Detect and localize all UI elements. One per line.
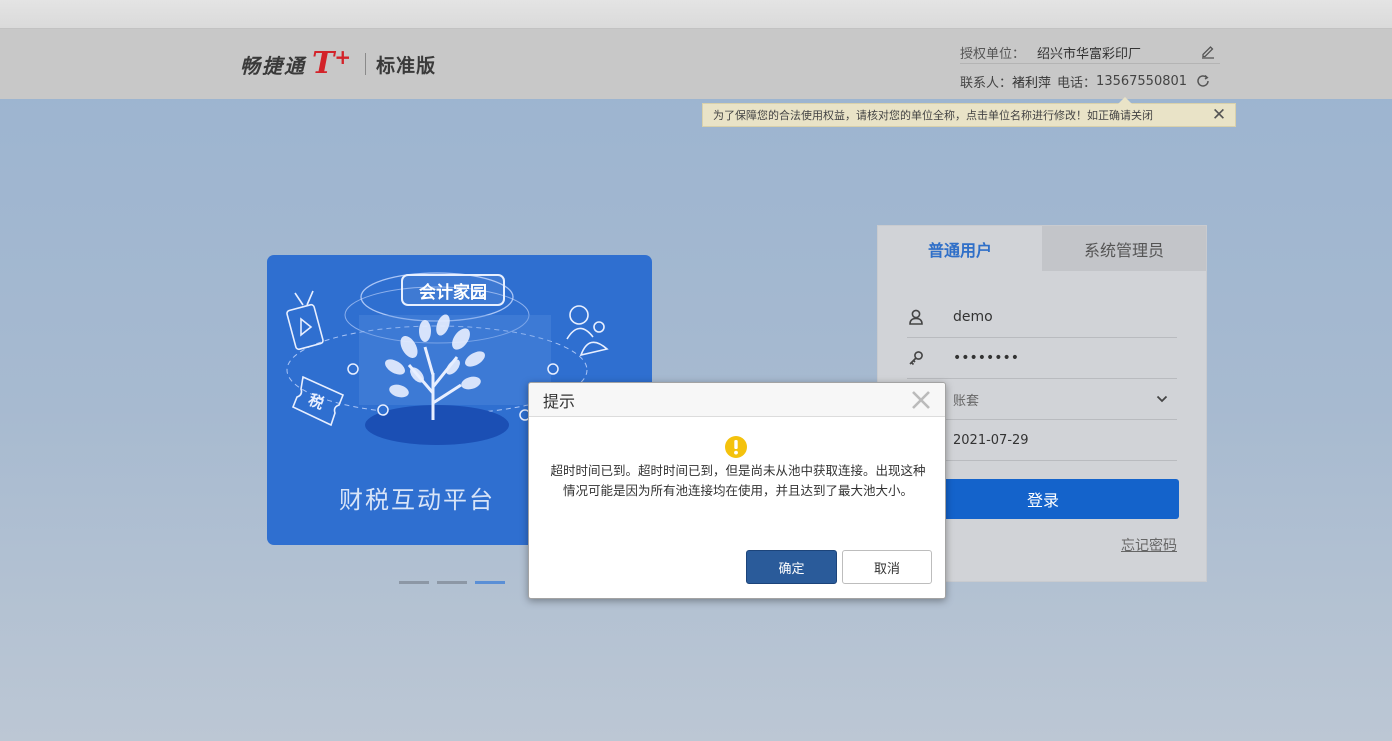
edit-icon[interactable] — [1200, 43, 1216, 59]
carousel-dot-active[interactable] — [475, 581, 505, 584]
banner-tag: 会计家园 — [401, 274, 505, 306]
licensed-org-row: 授权单位： 绍兴市华富彩印厂 — [960, 41, 1220, 64]
username-value: demo — [953, 309, 993, 325]
refresh-icon[interactable] — [1195, 73, 1211, 89]
logo-divider — [365, 53, 367, 75]
key-icon — [909, 351, 923, 366]
warning-icon — [725, 436, 747, 458]
tab-system-admin[interactable]: 系统管理员 — [1042, 226, 1206, 271]
dialog-message: 超时时间已到。超时时间已到，但是尚未从池中获取连接。出现这种情况可能是因为所有池… — [550, 463, 926, 498]
chevron-down-icon[interactable] — [1155, 392, 1169, 406]
org-name-link[interactable]: 绍兴市华富彩印厂 — [1037, 43, 1141, 62]
alert-dialog: 提示 超时时间已到。超时时间已到，但是尚未从池中获取连接。出现这种情况可能是因为… — [528, 382, 946, 599]
product-logo: 畅捷通 T + 标准版 — [240, 45, 437, 81]
close-icon[interactable] — [909, 388, 933, 412]
contact-label: 联系人： — [960, 75, 1013, 91]
contact-row: 联系人： 褚利萍 电话： 13567550801 — [960, 71, 1211, 91]
banner-caption: 财税互动平台 — [339, 486, 495, 514]
close-icon[interactable]: ✕ — [1211, 106, 1227, 124]
browser-top-strip — [0, 0, 1392, 29]
carousel-dot[interactable] — [399, 581, 429, 584]
dialog-title: 提示 — [543, 391, 576, 411]
login-tabs: 普通用户 系统管理员 — [878, 226, 1206, 271]
username-field[interactable]: demo — [907, 297, 1177, 338]
password-field[interactable]: •••••••• — [907, 338, 1177, 379]
dialog-header: 提示 — [529, 383, 945, 417]
app-header: 畅捷通 T + 标准版 授权单位： 绍兴市华富彩印厂 联系人： 褚利萍 电话： … — [0, 29, 1392, 99]
user-icon — [909, 309, 923, 325]
account-set-select[interactable]: 账套 — [907, 379, 1177, 420]
notice-pointer — [1118, 97, 1132, 104]
cancel-button[interactable]: 取消 — [842, 550, 932, 584]
forgot-password-link[interactable]: 忘记密码 — [1121, 535, 1177, 555]
tab-normal-user[interactable]: 普通用户 — [878, 226, 1042, 271]
logo-plus: + — [334, 45, 352, 69]
notice-text: 为了保障您的合法使用权益，请核对您的单位全称，点击单位名称进行修改！如正确请关闭 — [713, 109, 1153, 122]
phone-label: 电话： — [1057, 75, 1097, 91]
password-value: •••••••• — [953, 350, 1020, 366]
tax-label: 税 — [306, 391, 327, 413]
logo-mark: T — [312, 46, 335, 81]
login-button[interactable]: 登录 — [907, 479, 1179, 519]
ok-button[interactable]: 确定 — [746, 550, 837, 584]
carousel-indicators — [399, 581, 513, 585]
account-set-placeholder: 账套 — [953, 393, 980, 409]
logo-text: 畅捷通 — [240, 53, 306, 78]
contact-name: 褚利萍 — [1012, 75, 1052, 91]
org-verify-notice: 为了保障您的合法使用权益，请核对您的单位全称，点击单位名称进行修改！如正确请关闭… — [702, 97, 1236, 127]
phone-number: 13567550801 — [1096, 73, 1188, 89]
login-date-value: 2021-07-29 — [953, 432, 1029, 448]
edition-label: 标准版 — [376, 54, 437, 77]
org-label: 授权单位： — [960, 46, 1026, 62]
login-date-field[interactable]: 2021-07-29 — [907, 420, 1177, 461]
carousel-dot[interactable] — [437, 581, 467, 584]
